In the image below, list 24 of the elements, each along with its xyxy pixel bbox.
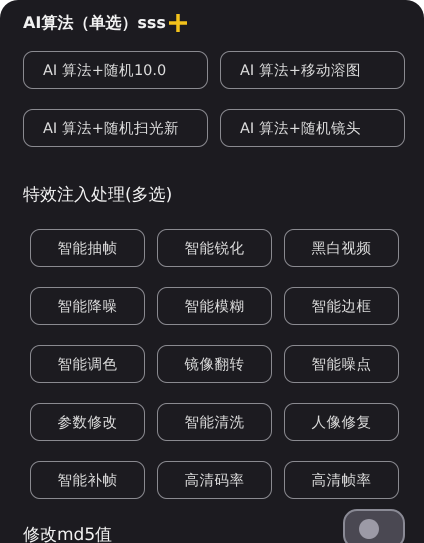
effect-option-button[interactable]: 高清码率 [157, 461, 272, 499]
effect-option-button[interactable]: 人像修复 [284, 403, 399, 441]
effect-option-button[interactable]: 智能噪点 [284, 345, 399, 383]
effect-option-button[interactable]: 智能锐化 [157, 229, 272, 267]
algorithm-option-button[interactable]: AI 算法+随机扫光新 [23, 109, 208, 147]
toggle-switch[interactable] [343, 509, 405, 543]
effect-option-button[interactable]: 智能补帧 [30, 461, 145, 499]
effect-option-button[interactable]: 智能调色 [30, 345, 145, 383]
algorithm-option-button[interactable]: AI 算法+随机镜头 [220, 109, 405, 147]
section-title: 特效注入处理(多选) [22, 184, 174, 207]
algorithm-option-button[interactable]: AI 算法+移动溶图 [220, 51, 405, 89]
effect-option-button[interactable]: 智能抽帧 [30, 229, 145, 267]
effect-option-button[interactable]: 镜像翻转 [157, 345, 272, 383]
effect-option-button[interactable]: 智能清洗 [157, 403, 272, 441]
effect-option-button[interactable]: 高清帧率 [284, 461, 399, 499]
effect-option-button[interactable]: 智能模糊 [157, 287, 272, 325]
plus-icon [168, 13, 188, 33]
effect-option-button[interactable]: 黑白视频 [284, 229, 399, 267]
effect-option-button[interactable]: 智能降噪 [30, 287, 145, 325]
setting-label: 修改md5值 [23, 525, 112, 543]
effect-option-button[interactable]: 智能边框 [284, 287, 399, 325]
algorithm-option-button[interactable]: AI 算法+随机10.0 [23, 51, 208, 89]
section-title: AI算法（单选）sss [23, 12, 166, 34]
effect-option-button[interactable]: 参数修改 [30, 403, 145, 441]
